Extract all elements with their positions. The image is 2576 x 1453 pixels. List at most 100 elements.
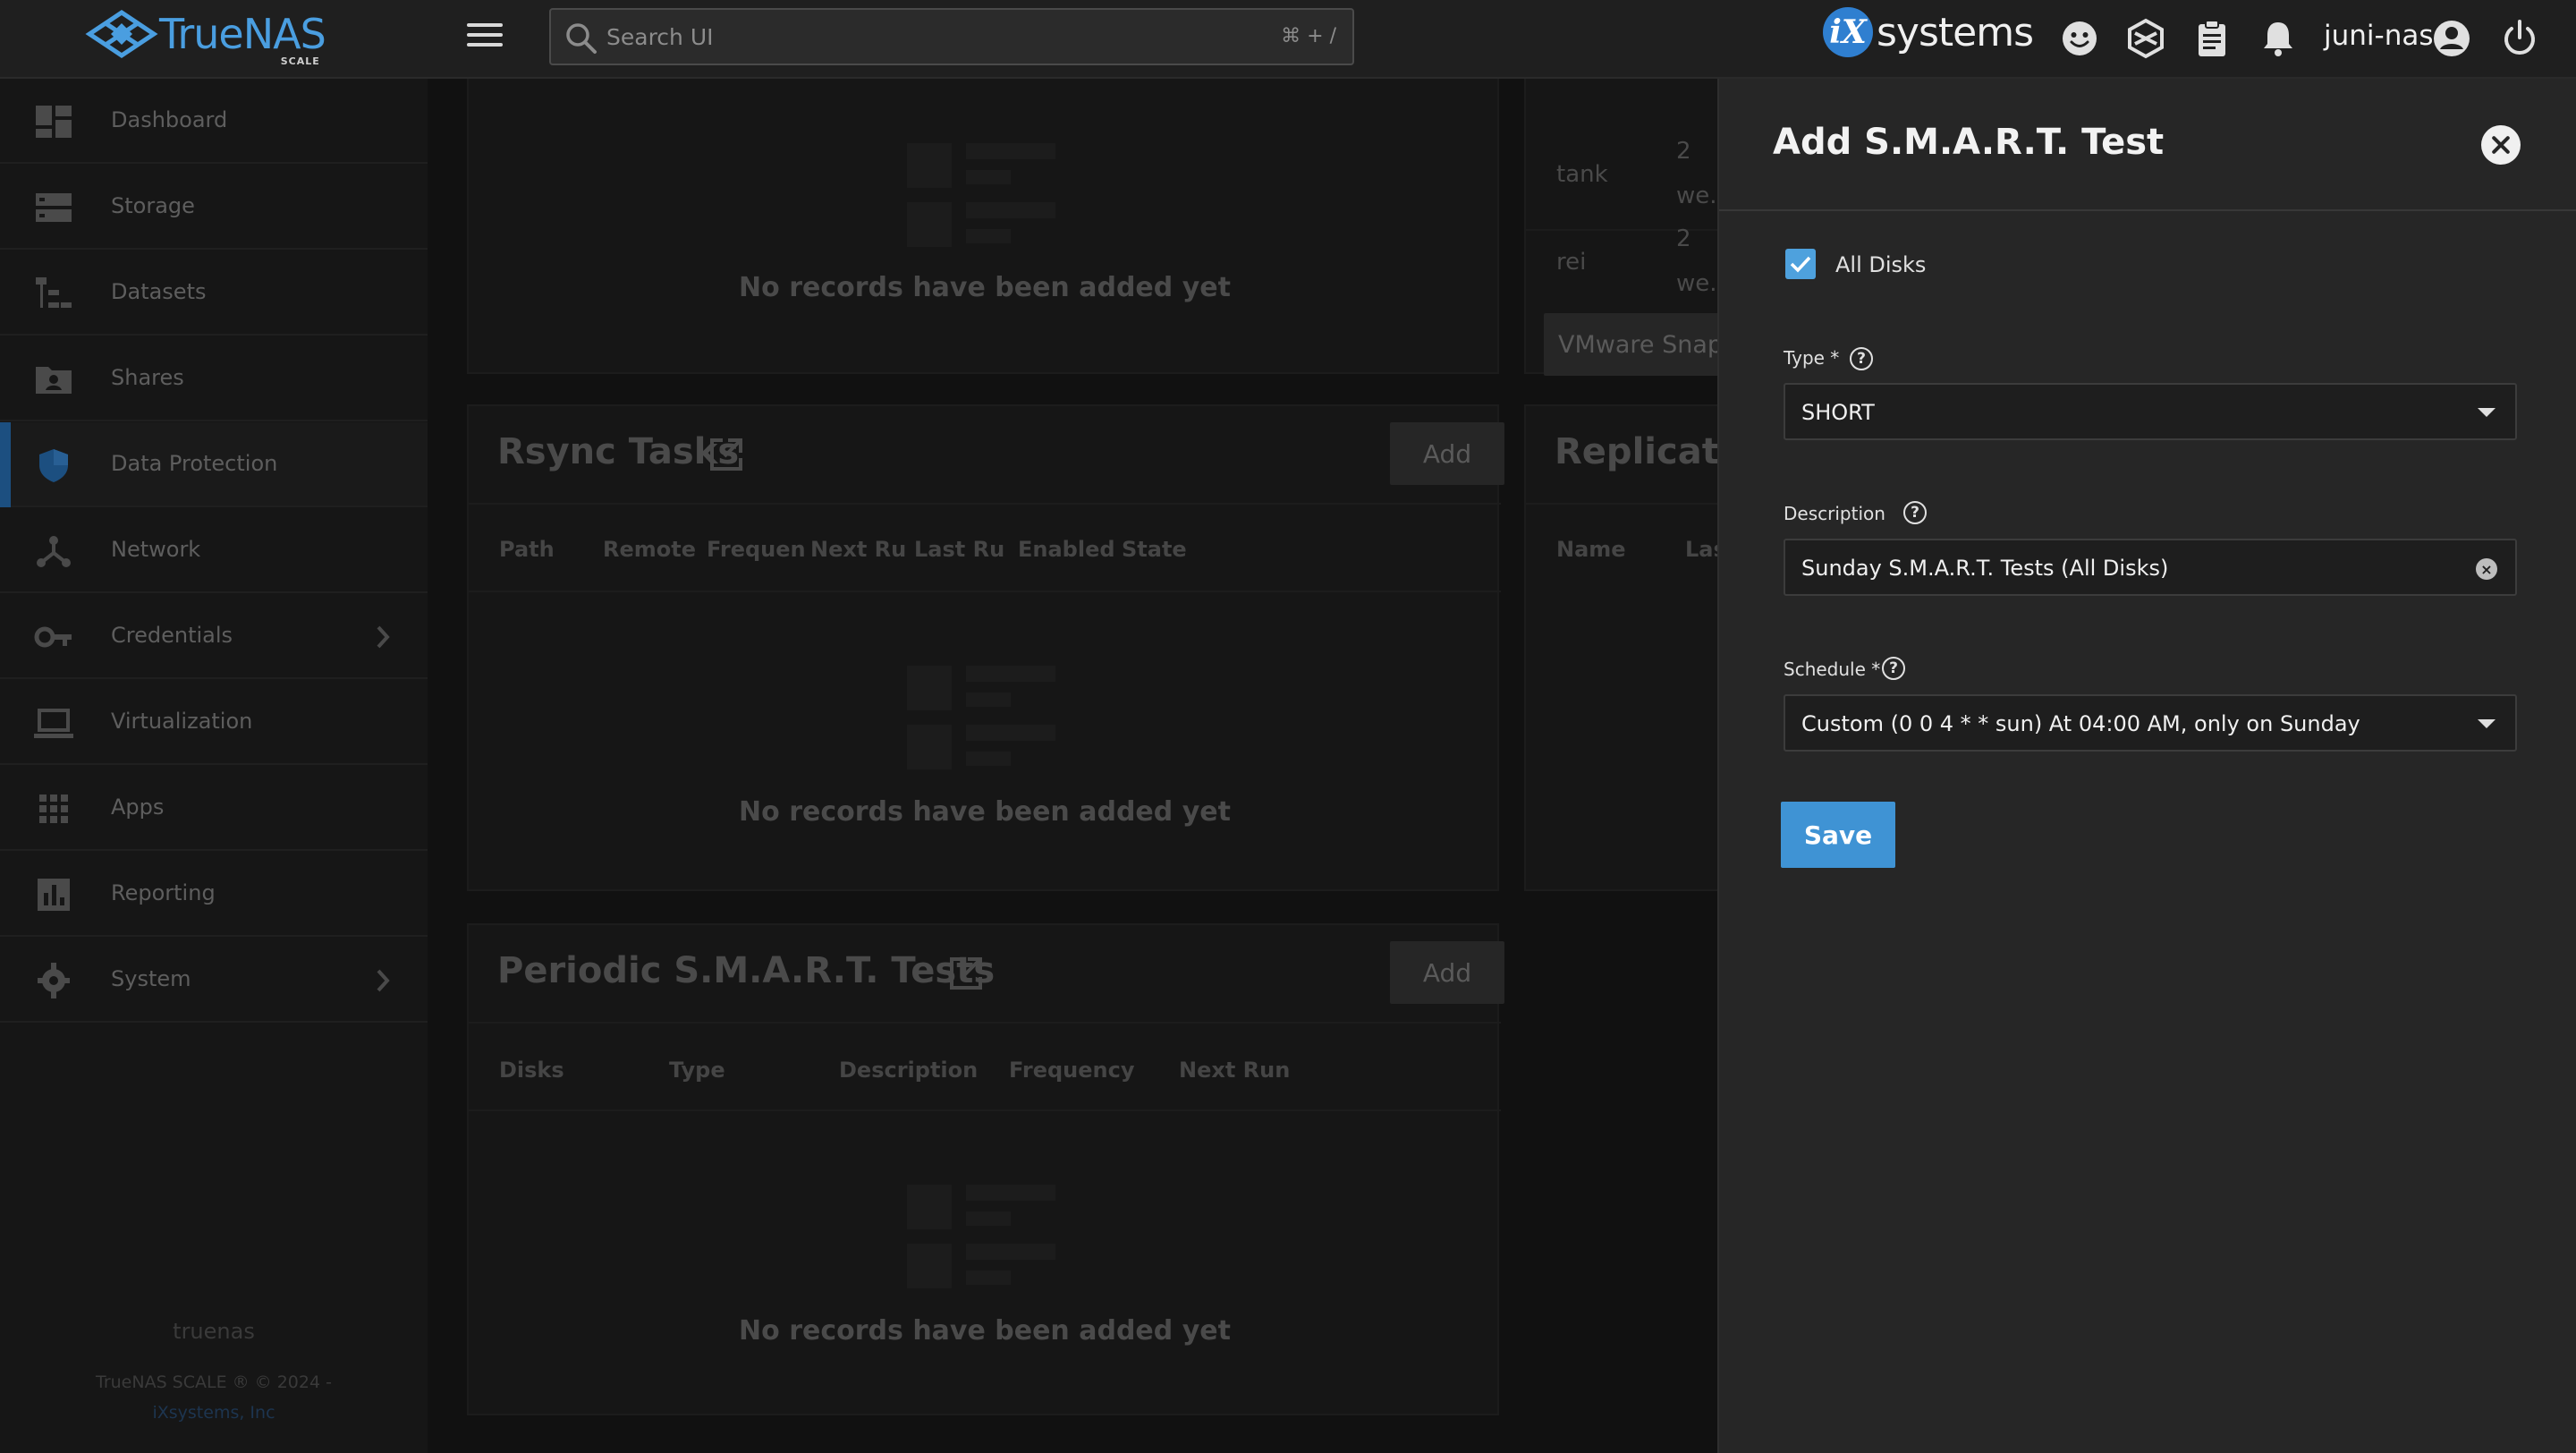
sidebar-item-label: Data Protection — [111, 451, 278, 476]
jobs-clipboard-icon[interactable] — [2191, 18, 2233, 59]
apps-grid-icon — [39, 794, 68, 823]
bar-chart-icon — [38, 879, 70, 911]
row-value: 2 — [1676, 138, 1691, 165]
rsync-add-button[interactable]: Add — [1390, 422, 1504, 485]
replication-title: Replicatio — [1555, 431, 1717, 472]
replication-tasks-card: Replicatio Name Las — [1524, 404, 1717, 891]
column-header[interactable]: Next Ru — [810, 537, 906, 562]
type-value: SHORT — [1801, 400, 1875, 425]
description-label: Description — [1784, 503, 1885, 524]
key-icon — [34, 626, 72, 648]
open-in-new-icon[interactable] — [708, 437, 744, 472]
sidebar-item-label: System — [111, 966, 191, 991]
truenas-logo-icon — [85, 9, 158, 59]
sidebar-hostname: truenas — [173, 1319, 255, 1344]
smart-add-button[interactable]: Add — [1390, 941, 1504, 1004]
column-header[interactable]: Disks — [499, 1058, 564, 1083]
empty-state-text: No records have been added yet — [739, 272, 1231, 303]
ixsystems-link[interactable]: iXsystems, Inc — [0, 1403, 428, 1423]
sidebar-item-apps[interactable]: Apps — [0, 766, 428, 851]
column-header[interactable]: Last Ru — [914, 537, 1004, 562]
ixsystems-logo[interactable]: iX systems — [1823, 7, 2034, 57]
feedback-smiley-icon[interactable] — [2059, 18, 2100, 59]
all-disks-checkbox[interactable] — [1785, 249, 1816, 279]
type-select[interactable]: SHORT — [1784, 383, 2517, 440]
sidebar-item-label: Datasets — [111, 279, 207, 304]
column-header[interactable]: Frequen — [707, 537, 806, 562]
help-icon[interactable]: ? — [1882, 657, 1905, 680]
open-in-new-icon[interactable] — [948, 956, 984, 991]
search-input[interactable]: Search UI ⌘ + / — [549, 8, 1354, 65]
column-header[interactable]: Type — [669, 1058, 725, 1083]
panel-title: Add S.M.A.R.T. Test — [1773, 122, 2165, 163]
clear-icon[interactable]: × — [2476, 558, 2497, 580]
sidebar-item-label: Shares — [111, 365, 184, 390]
type-label: Type * — [1784, 347, 1840, 369]
search-icon — [566, 23, 597, 54]
sidebar-item-label: Apps — [111, 794, 165, 820]
column-header[interactable]: Name — [1556, 537, 1626, 562]
sidebar-item-reporting[interactable]: Reporting — [0, 852, 428, 937]
sidebar-item-data-protection[interactable]: Data Protection — [0, 422, 428, 507]
logo-wordmark: TrueNAS SCALE — [159, 10, 326, 67]
notifications-bell-icon[interactable] — [2258, 18, 2299, 59]
shield-icon — [39, 449, 68, 482]
sidebar-item-label: Virtualization — [111, 709, 253, 734]
shares-icon — [36, 367, 72, 394]
chevron-right-icon — [377, 625, 390, 649]
pool-name: rei — [1556, 249, 1587, 276]
sidebar-item-system[interactable]: System — [0, 938, 428, 1023]
truenas-logo[interactable]: TrueNAS SCALE — [84, 7, 326, 67]
schedule-select[interactable]: Custom (0 0 4 * * sun) At 04:00 AM, only… — [1784, 694, 2517, 752]
power-icon[interactable] — [2499, 18, 2540, 59]
description-value: Sunday S.M.A.R.T. Tests (All Disks) — [1801, 556, 2169, 581]
save-button[interactable]: Save — [1781, 802, 1895, 868]
account-circle-icon[interactable] — [2431, 18, 2472, 59]
row-value: we... — [1676, 183, 1717, 209]
description-field[interactable]: Sunday S.M.A.R.T. Tests (All Disks) × — [1784, 539, 2517, 596]
cloud-sync-card: No records have been added yet — [467, 79, 1499, 374]
menu-toggle-icon[interactable] — [467, 23, 503, 54]
sidebar-item-virtualization[interactable]: Virtualization — [0, 680, 428, 765]
storage-icon — [36, 193, 72, 222]
hostname-label: juni-nas — [2324, 20, 2434, 52]
sidebar-item-label: Credentials — [111, 623, 233, 648]
gear-icon — [38, 963, 70, 998]
sidebar-item-datasets[interactable]: Datasets — [0, 251, 428, 336]
help-icon[interactable]: ? — [1850, 347, 1873, 370]
schedule-value: Custom (0 0 4 * * sun) At 04:00 AM, only… — [1801, 711, 2360, 736]
snapshot-tasks-card: tank 2 we... rei 2 we... VMware Snap — [1524, 79, 1717, 376]
datasets-icon — [36, 277, 72, 308]
row-value: we... — [1676, 270, 1717, 297]
rsync-tasks-card: Rsync Tasks Add Path Remote Frequen Next… — [467, 404, 1504, 891]
checkmark-icon — [1790, 256, 1811, 273]
sidebar-item-label: Reporting — [111, 880, 216, 905]
laptop-icon — [34, 709, 73, 738]
empty-state-text: No records have been added yet — [739, 796, 1231, 828]
network-icon — [37, 536, 71, 567]
vmware-snapshots-button[interactable]: VMware Snap — [1544, 313, 1717, 376]
column-header[interactable]: Frequency — [1009, 1058, 1134, 1083]
column-header[interactable]: Enabled — [1018, 537, 1115, 562]
copyright-text: TrueNAS SCALE ® © 2024 - — [96, 1372, 332, 1392]
close-icon[interactable] — [2481, 125, 2521, 165]
column-header[interactable]: State — [1122, 537, 1187, 562]
column-header[interactable]: Next Run — [1179, 1058, 1290, 1083]
empty-state-text: No records have been added yet — [739, 1315, 1231, 1347]
sidebar-item-network[interactable]: Network — [0, 508, 428, 593]
sidebar: Dashboard Storage Datasets Shares Data P… — [0, 79, 428, 1453]
sidebar-item-label: Dashboard — [111, 107, 228, 132]
search-shortcut: ⌘ + / — [1281, 25, 1336, 47]
logo-edition: SCALE — [280, 55, 320, 67]
sidebar-item-shares[interactable]: Shares — [0, 336, 428, 421]
column-header[interactable]: Remote — [603, 537, 696, 562]
column-header[interactable]: Las — [1685, 537, 1717, 562]
sidebar-item-credentials[interactable]: Credentials — [0, 594, 428, 679]
column-header[interactable]: Path — [499, 537, 555, 562]
sidebar-item-storage[interactable]: Storage — [0, 165, 428, 250]
help-icon[interactable]: ? — [1903, 501, 1927, 524]
sidebar-item-dashboard[interactable]: Dashboard — [0, 79, 428, 164]
top-bar: TrueNAS SCALE Search UI ⌘ + / iX systems — [0, 0, 2576, 79]
column-header[interactable]: Description — [839, 1058, 978, 1083]
truecommand-icon[interactable] — [2125, 18, 2166, 59]
